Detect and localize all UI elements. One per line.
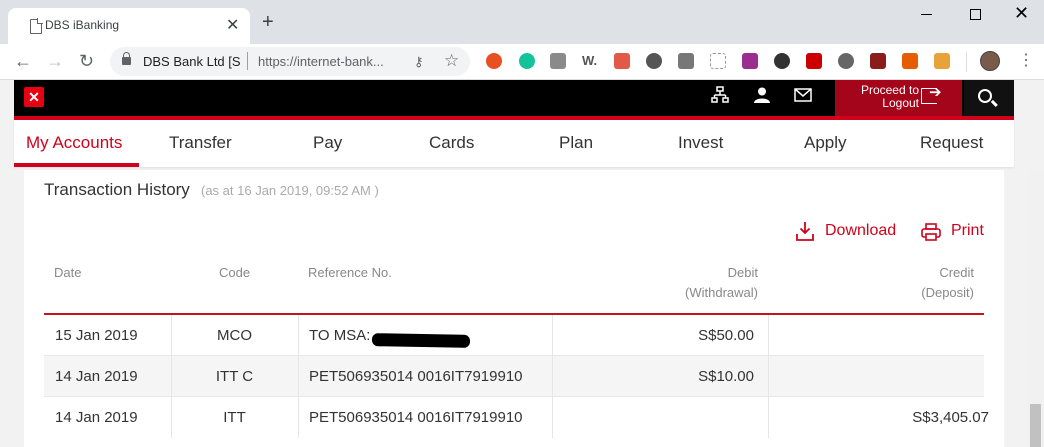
cell-date: 14 Jan 2019 <box>55 409 138 426</box>
back-icon[interactable]: ← <box>14 50 32 72</box>
tab-close-icon[interactable]: ✕ <box>226 15 239 35</box>
download-button[interactable]: Download <box>825 222 896 240</box>
nav-plan[interactable]: Plan <box>559 133 593 153</box>
cell-credit: S$3,405.07 <box>912 409 989 426</box>
column-divider <box>768 315 769 356</box>
column-header-debit[interactable]: Debit (Withdrawal) <box>658 263 758 303</box>
extension-alert-icon[interactable] <box>486 53 502 69</box>
column-divider <box>768 356 769 397</box>
cell-code: ITT C <box>215 368 254 385</box>
cell-debit: S$10.00 <box>698 368 754 385</box>
column-divider <box>298 315 299 356</box>
nav-request[interactable]: Request <box>920 133 983 153</box>
extension-icon[interactable] <box>742 53 758 69</box>
forward-icon[interactable]: → <box>46 50 64 72</box>
main-nav: My Accounts Transfer Pay Cards Plan Inve… <box>14 120 1014 167</box>
browser-toolbar: ← → ↻ DBS Bank Ltd [S https://internet-b… <box>0 44 1044 80</box>
cell-debit: S$50.00 <box>698 327 754 344</box>
table-row[interactable]: 14 Jan 2019 ITT PET506935014 0016IT79199… <box>44 397 989 438</box>
mail-icon[interactable] <box>794 86 812 109</box>
metamask-icon[interactable] <box>934 53 950 69</box>
column-header-credit[interactable]: Credit (Deposit) <box>874 263 974 303</box>
logout-arrow-icon: ➔ <box>929 84 942 101</box>
extension-icon[interactable] <box>838 53 854 69</box>
column-header-debit-line2: (Withdrawal) <box>685 285 758 300</box>
column-divider <box>298 397 299 438</box>
scrollbar-thumb[interactable] <box>1030 404 1041 447</box>
extension-icon[interactable] <box>710 53 726 69</box>
tab-title: DBS iBanking <box>45 18 120 32</box>
reload-icon[interactable]: ↻ <box>79 50 94 72</box>
column-divider <box>552 397 553 438</box>
column-header-code[interactable]: Code <box>219 263 250 283</box>
nav-cards[interactable]: Cards <box>429 133 474 153</box>
bookmark-star-icon[interactable]: ☆ <box>444 51 459 71</box>
table-row[interactable]: 15 Jan 2019 MCO TO MSA: S$50.00 <box>44 315 984 356</box>
page-icon <box>30 18 43 34</box>
transaction-history-panel: Transaction History (as at 16 Jan 2019, … <box>24 170 1004 447</box>
key-icon[interactable]: ⚷ <box>414 54 424 70</box>
extension-icon[interactable] <box>806 53 822 69</box>
cell-code: MCO <box>217 327 252 344</box>
extension-icon[interactable] <box>870 53 886 69</box>
print-icon[interactable] <box>921 223 941 241</box>
extension-icon[interactable] <box>902 53 918 69</box>
cell-reference: PET506935014 0016IT7919910 <box>309 409 523 426</box>
extension-icon[interactable] <box>646 53 662 69</box>
proceed-label-line2: Logout <box>882 96 919 110</box>
nav-apply[interactable]: Apply <box>804 133 847 153</box>
cell-reference: TO MSA: <box>309 327 371 344</box>
search-icon <box>978 89 992 103</box>
site-identity: DBS Bank Ltd [S <box>143 54 241 69</box>
user-icon[interactable] <box>753 86 771 109</box>
table-row[interactable]: 14 Jan 2019 ITT C PET506935014 0016IT791… <box>44 356 984 397</box>
extension-icon[interactable] <box>550 53 566 69</box>
new-tab-button[interactable]: + <box>262 12 274 32</box>
menu-kebab-icon[interactable]: ⋮ <box>1018 50 1034 72</box>
window-close-icon[interactable]: ✕ <box>1014 3 1029 24</box>
active-tab-indicator <box>14 163 139 167</box>
extension-icon[interactable] <box>774 53 790 69</box>
search-icon-handle <box>991 99 998 107</box>
browser-tab[interactable]: DBS iBanking ✕ <box>8 8 250 44</box>
lock-icon <box>122 52 131 65</box>
nav-my-accounts[interactable]: My Accounts <box>26 133 122 153</box>
search-button[interactable] <box>964 80 1014 116</box>
redaction-mark <box>371 333 471 348</box>
column-header-reference[interactable]: Reference No. <box>308 263 392 283</box>
proceed-to-logout-button[interactable]: Proceed to Logout ➔ <box>835 80 962 116</box>
cell-date: 15 Jan 2019 <box>55 327 138 344</box>
column-divider <box>298 356 299 397</box>
as-at-timestamp: (as at 16 Jan 2019, 09:52 AM ) <box>201 183 379 198</box>
extension-icon[interactable] <box>614 53 630 69</box>
column-header-date[interactable]: Date <box>54 263 81 283</box>
nav-transfer[interactable]: Transfer <box>169 133 232 153</box>
address-bar[interactable]: DBS Bank Ltd [S https://internet-bank...… <box>110 47 470 76</box>
page-title: Transaction History <box>44 180 190 199</box>
dbs-header: ✕ Proceed to Logout ➔ <box>14 80 1014 116</box>
proceed-label: Proceed to Logout <box>859 84 919 110</box>
extension-icon[interactable] <box>678 53 694 69</box>
url-divider <box>247 52 248 70</box>
nav-pay[interactable]: Pay <box>313 133 342 153</box>
cell-date: 14 Jan 2019 <box>55 368 138 385</box>
profile-avatar[interactable] <box>980 51 1000 71</box>
toolbar-divider <box>966 52 967 72</box>
print-button[interactable]: Print <box>951 222 984 240</box>
extension-w-icon[interactable]: W. <box>582 53 598 69</box>
column-header-credit-line1: Credit <box>939 265 974 280</box>
minimize-icon[interactable] <box>921 14 932 15</box>
browser-titlebar: DBS iBanking ✕ + ✕ <box>0 0 1044 44</box>
column-header-debit-line1: Debit <box>727 265 758 280</box>
column-header-credit-line2: (Deposit) <box>921 285 974 300</box>
sitemap-icon[interactable] <box>711 86 729 109</box>
cell-code: ITT <box>223 409 246 426</box>
url-text[interactable]: https://internet-bank... <box>258 54 384 69</box>
grammarly-icon[interactable] <box>519 53 535 69</box>
dbs-logo[interactable]: ✕ <box>24 87 44 107</box>
nav-invest[interactable]: Invest <box>678 133 723 153</box>
download-icon[interactable] <box>795 220 815 242</box>
cell-reference: PET506935014 0016IT7919910 <box>309 368 523 385</box>
maximize-icon[interactable] <box>970 9 981 20</box>
